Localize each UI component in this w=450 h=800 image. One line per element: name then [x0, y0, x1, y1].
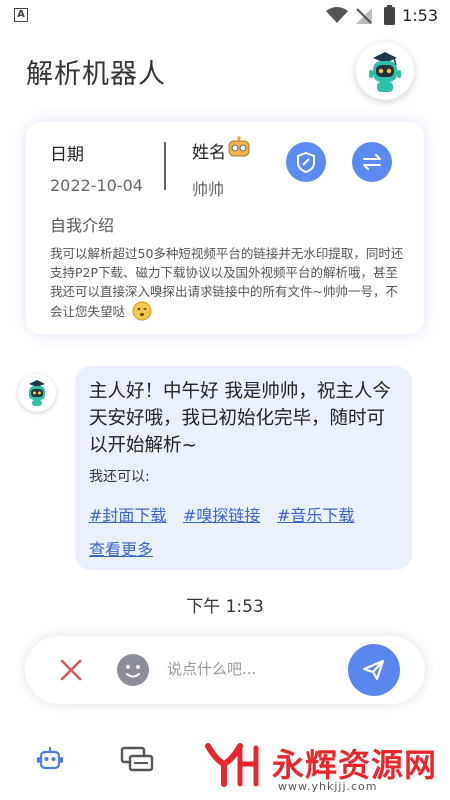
date-value: 2022-10-04 [50, 176, 143, 195]
battery-icon [384, 5, 395, 25]
app-badge-icon: A [14, 8, 28, 22]
input-bar [25, 636, 425, 704]
bottom-nav: 永辉资源网 www.yhkjjj.com [0, 724, 450, 800]
nav-cards-tab[interactable] [120, 746, 154, 772]
robot-emoji-icon [228, 136, 250, 157]
music-download-link[interactable]: #音乐下载 [277, 502, 354, 526]
profile-card: 日期 2022-10-04 姓名 帅帅 自我介绍 我可以解析超过50多种短视频平… [26, 122, 424, 334]
shield-icon [297, 151, 315, 174]
send-icon [362, 659, 385, 681]
robot-icon [369, 52, 401, 92]
cover-download-link[interactable]: #封面下载 [89, 502, 166, 526]
watermark-url: www.yhkjjj.com [278, 780, 378, 793]
shield-button[interactable] [286, 142, 326, 182]
watermark-logo [200, 738, 262, 788]
intro-label: 自我介绍 [50, 216, 115, 235]
status-time: 1:53 [402, 6, 438, 25]
close-icon [60, 659, 82, 681]
name-label: 姓名 [192, 143, 226, 163]
card-divider [164, 142, 166, 190]
watermark-logo-icon [205, 743, 259, 787]
nav-robot-tab[interactable] [36, 746, 64, 772]
send-button[interactable] [348, 644, 400, 696]
robot-nav-icon [37, 747, 63, 770]
name-value: 帅帅 [192, 180, 225, 199]
intro-text-block: 我可以解析超过50多种短视频平台的链接并无水印提取，同时还支持P2P下载、磁力下… [50, 244, 408, 321]
status-bar: A 1:53 [0, 0, 450, 32]
chat-greeting: 主人好！中午好 我是帅帅，祝主人今天安好哦，我已初始化完毕，随时可以开始解析~ [89, 381, 391, 456]
wink-emoji-icon [132, 301, 152, 321]
switch-button[interactable] [352, 142, 392, 182]
chat-timestamp: 下午 1:53 [186, 597, 264, 617]
intro-text: 我可以解析超过50多种短视频平台的链接并无水印提取，同时还支持P2P下载、磁力下… [50, 246, 404, 319]
robot-icon [29, 380, 45, 406]
message-input[interactable] [167, 660, 347, 678]
signal-icon [356, 8, 372, 24]
wifi-icon [326, 7, 348, 23]
date-label: 日期 [50, 145, 84, 165]
smiley-icon [117, 654, 149, 686]
view-more-link[interactable]: 查看更多 [89, 536, 153, 560]
sniff-link-link[interactable]: #嗅探链接 [183, 502, 260, 526]
bot-avatar[interactable] [356, 42, 414, 100]
emoji-button[interactable] [116, 653, 150, 687]
page-title: 解析机器人 [26, 59, 166, 90]
swap-arrows-icon [363, 154, 381, 170]
clear-button[interactable] [57, 656, 85, 684]
chat-bot-avatar [18, 374, 56, 412]
chat-bubble: 主人好！中午好 我是帅帅，祝主人今天安好哦，我已初始化完毕，随时可以开始解析~ … [75, 366, 412, 570]
chat-can-label: 我还可以: [89, 469, 150, 485]
cards-icon [120, 746, 154, 772]
